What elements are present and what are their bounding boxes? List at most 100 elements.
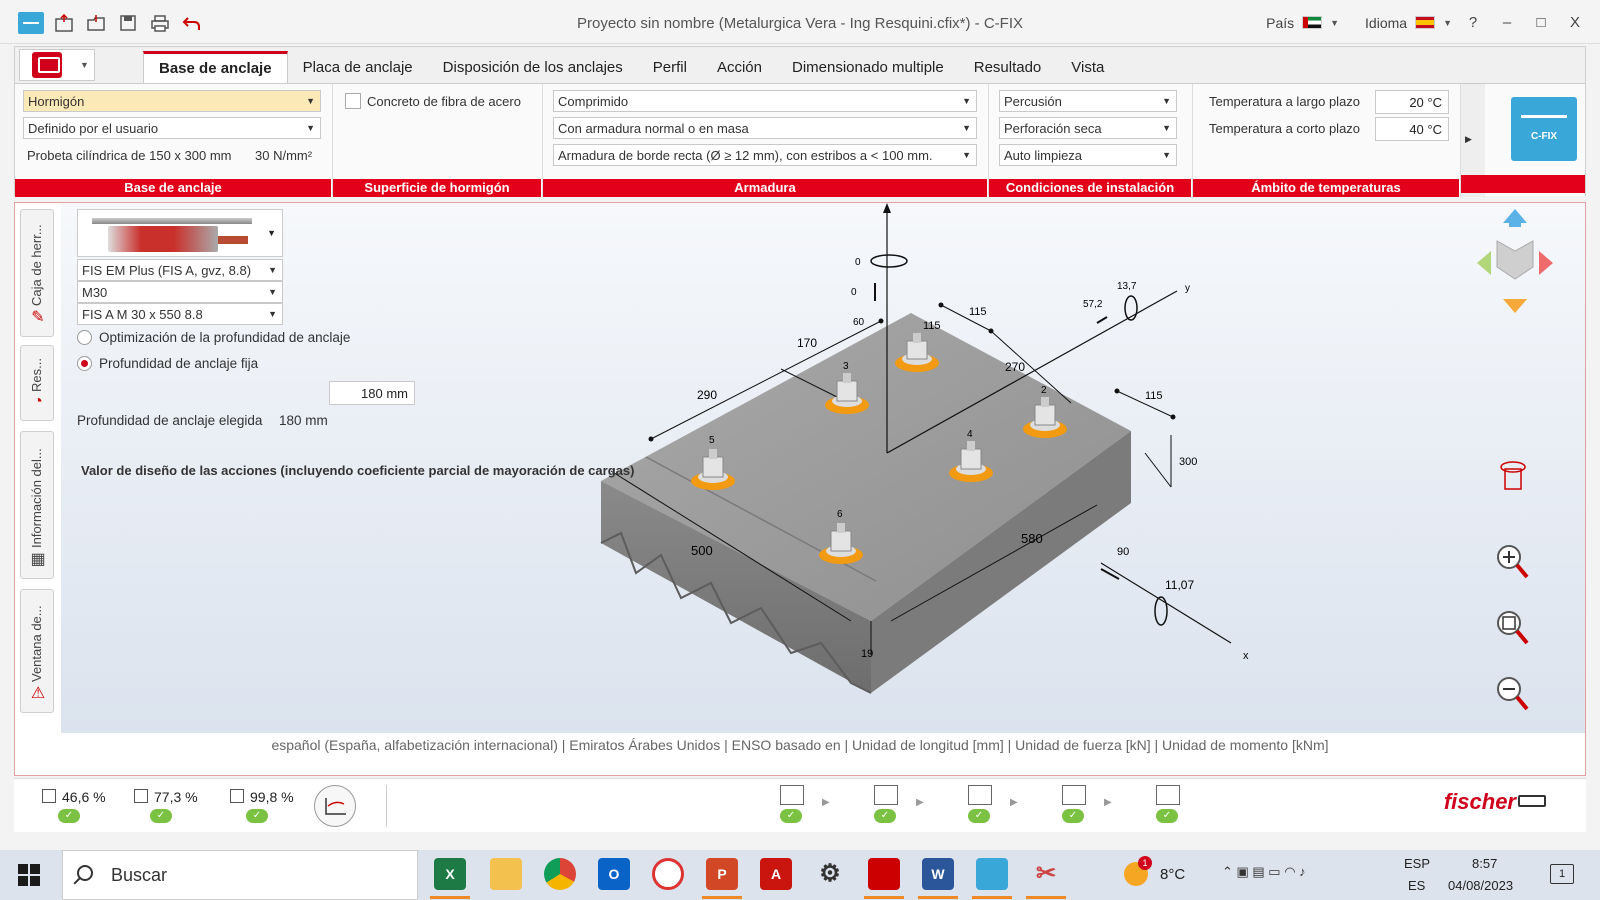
- side-tab-info[interactable]: Información del... ▦: [20, 431, 54, 579]
- anchor-size-dropdown[interactable]: M30: [77, 281, 283, 303]
- file-explorer-icon[interactable]: [490, 858, 522, 890]
- long-term-temp-input[interactable]: 20 °C: [1375, 90, 1449, 114]
- nozzle-image: [218, 236, 248, 244]
- moment-z-icon: [870, 254, 908, 268]
- step-profile[interactable]: ✓ ▶: [1048, 783, 1142, 829]
- chrome-icon[interactable]: [544, 858, 576, 890]
- utilization-combined[interactable]: 99,8 % ✓: [222, 783, 314, 829]
- side-tab-results[interactable]: Res... ◔: [20, 345, 54, 421]
- print-icon[interactable]: [148, 12, 172, 34]
- app-menu-button[interactable]: ▼: [19, 49, 95, 81]
- cleaning-dropdown[interactable]: Auto limpieza: [999, 144, 1177, 166]
- definition-dropdown[interactable]: Definido por el usuario: [23, 117, 321, 139]
- check-ok-icon: ✓: [780, 809, 802, 823]
- reinforcement-state-dropdown[interactable]: Comprimido: [553, 90, 977, 112]
- close-button[interactable]: X: [1562, 14, 1588, 31]
- word-icon[interactable]: W: [922, 858, 954, 890]
- clock-date[interactable]: 04/08/2023: [1448, 878, 1513, 900]
- tab-disposicion-anclajes[interactable]: Disposición de los anclajes: [428, 51, 638, 83]
- snipping-tool-icon[interactable]: ✂: [1030, 858, 1062, 890]
- threaded-rod-image: [92, 218, 252, 224]
- step-installation[interactable]: ✓: [1142, 783, 1236, 829]
- edge-reinforcement-dropdown[interactable]: Armadura de borde recta (Ø ≥ 12 mm), con…: [553, 144, 977, 166]
- material-dropdown[interactable]: Hormigón: [23, 90, 321, 112]
- tab-placa-de-anclaje[interactable]: Placa de anclaje: [288, 51, 428, 83]
- tab-accion[interactable]: Acción: [702, 51, 777, 83]
- profile-icon: [1062, 785, 1086, 805]
- orbit-icon[interactable]: [1500, 461, 1526, 490]
- fixed-depth-radio[interactable]: [77, 356, 92, 371]
- svg-text:6: 6: [837, 509, 843, 520]
- notification-icon[interactable]: 1: [1550, 864, 1574, 884]
- undo-icon[interactable]: [180, 12, 204, 34]
- reinforcement-type-dropdown[interactable]: Con armadura normal o en masa: [553, 117, 977, 139]
- interaction-diagram-button[interactable]: [314, 785, 356, 827]
- short-term-temp-input[interactable]: 40 °C: [1375, 117, 1449, 141]
- drilling-dropdown[interactable]: Percusión: [999, 90, 1177, 112]
- utilization-combined-value: 99,8 %: [250, 789, 294, 805]
- warning-icon: ⚠: [30, 685, 46, 702]
- step-layout[interactable]: ✓ ▶: [954, 783, 1048, 829]
- rotate-up-icon[interactable]: [1503, 209, 1527, 223]
- windows-start-button[interactable]: [18, 864, 40, 886]
- ribbon-label-filler: [1461, 175, 1585, 193]
- uae-flag-icon[interactable]: [1302, 16, 1323, 29]
- side-tab-toolbox[interactable]: Caja de herr... ✎: [20, 209, 54, 337]
- rotate-down-icon[interactable]: [1503, 299, 1527, 313]
- view-nav-icons: [1477, 209, 1553, 711]
- tab-base-de-anclaje[interactable]: Base de anclaje: [143, 51, 288, 83]
- save-icon[interactable]: [116, 12, 140, 34]
- chevron-down-icon: ▼: [80, 60, 89, 70]
- settings-gear-icon[interactable]: ⚙: [814, 858, 846, 890]
- zoom-out-icon[interactable]: [1497, 677, 1529, 711]
- input-language-bottom[interactable]: ES: [1408, 878, 1425, 900]
- backup-icon[interactable]: [652, 858, 684, 890]
- fischer-app-icon[interactable]: [868, 858, 900, 890]
- tab-dimensionado-multiple[interactable]: Dimensionado multiple: [777, 51, 959, 83]
- zoom-in-icon[interactable]: [1497, 545, 1529, 579]
- chevron-down-icon[interactable]: ▼: [1443, 18, 1452, 28]
- group-label-temperaturas: Ámbito de temperaturas: [1193, 179, 1460, 197]
- minimize-button[interactable]: –: [1494, 14, 1520, 31]
- tab-resultado[interactable]: Resultado: [959, 51, 1057, 83]
- tab-vista[interactable]: Vista: [1056, 51, 1119, 83]
- acrobat-icon[interactable]: A: [760, 858, 792, 890]
- ribbon: ▼ Base de anclaje Placa de anclaje Dispo…: [14, 46, 1586, 197]
- help-button[interactable]: ?: [1460, 14, 1486, 31]
- zoom-extents-icon[interactable]: [1497, 611, 1529, 645]
- open-folder-icon[interactable]: [84, 12, 108, 34]
- step-anchor-plate[interactable]: ✓ ▶: [766, 783, 860, 829]
- taskbar-search[interactable]: Buscar: [62, 850, 418, 900]
- maximize-button[interactable]: □: [1528, 14, 1554, 31]
- utilization-tension[interactable]: 46,6 % ✓: [34, 783, 126, 829]
- anchor-rod-dropdown[interactable]: FIS A M 30 x 550 8.8: [77, 303, 283, 325]
- tray-icons[interactable]: ⌃ ▣ ▤ ▭ ◠ ♪: [1222, 864, 1306, 900]
- excel-icon[interactable]: X: [434, 858, 466, 890]
- steel-fiber-checkbox[interactable]: [345, 93, 361, 109]
- chevron-down-icon[interactable]: ▼: [1330, 18, 1339, 28]
- force-x-icon: [1100, 568, 1120, 580]
- spain-flag-icon[interactable]: [1415, 16, 1436, 29]
- tab-perfil[interactable]: Perfil: [638, 51, 702, 83]
- depth-input[interactable]: 180 mm: [329, 381, 415, 405]
- vy-value: 57,2: [1083, 299, 1103, 310]
- outlook-icon[interactable]: O: [598, 858, 630, 890]
- new-file-icon[interactable]: [52, 12, 76, 34]
- anchor-product-dropdown[interactable]: FIS EM Plus (FIS A, gvz, 8.8): [77, 259, 283, 281]
- powerpoint-icon[interactable]: P: [706, 858, 738, 890]
- anchor-product-image-dropdown[interactable]: [77, 209, 283, 257]
- weather-badge: 1: [1138, 856, 1152, 870]
- expand-arrow-icon[interactable]: ▶: [1465, 134, 1472, 145]
- fischer-badge-icon: [1518, 795, 1546, 807]
- view-cube-icon[interactable]: [1496, 240, 1534, 280]
- utilization-shear[interactable]: 77,3 % ✓: [126, 783, 222, 829]
- step-anchors[interactable]: ✓ ▶: [860, 783, 954, 829]
- cfix-logo: C-FIX: [1511, 97, 1577, 161]
- rotate-left-icon[interactable]: [1477, 251, 1491, 275]
- rotate-right-icon[interactable]: [1539, 251, 1553, 275]
- side-tab-window[interactable]: Ventana de... ⚠: [20, 589, 54, 713]
- hole-condition-dropdown[interactable]: Perforación seca: [999, 117, 1177, 139]
- check-ok-icon: ✓: [1156, 809, 1178, 823]
- optimize-depth-radio[interactable]: [77, 330, 92, 345]
- cfix-taskbar-icon[interactable]: [976, 858, 1008, 890]
